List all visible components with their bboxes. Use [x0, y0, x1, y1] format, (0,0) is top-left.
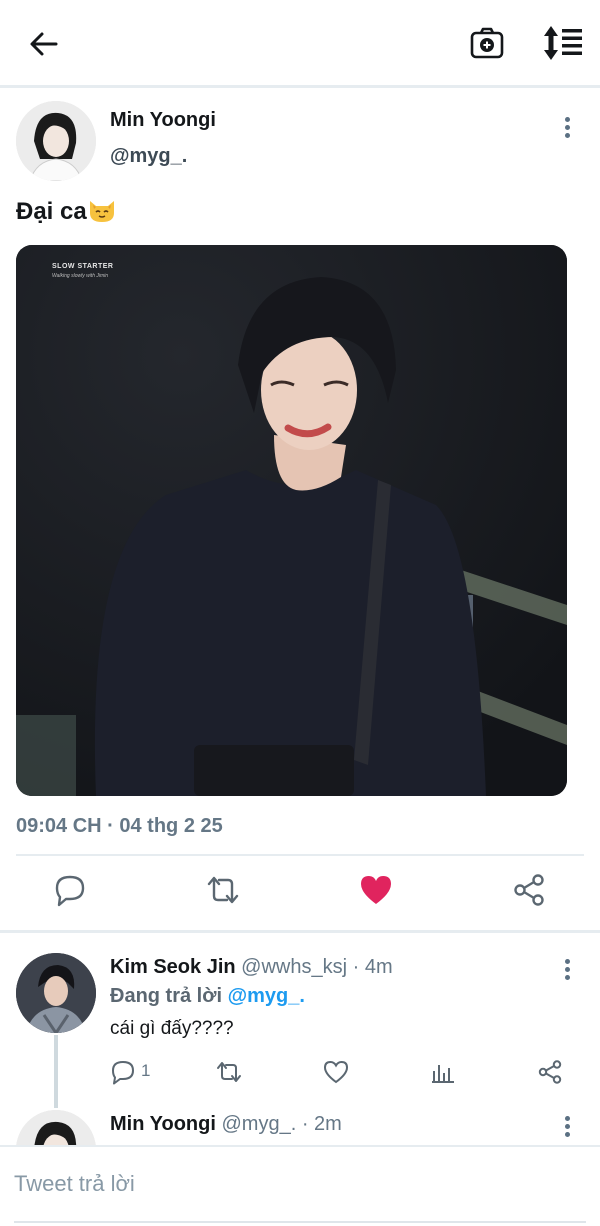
- more-options-icon[interactable]: [562, 959, 572, 983]
- reply-author-handle[interactable]: @myg_.: [221, 1113, 296, 1135]
- replying-label: Đang trả lời: [110, 985, 223, 1007]
- image-caption-title: SLOW STARTER: [52, 263, 114, 270]
- author-handle[interactable]: @myg_.: [110, 145, 187, 168]
- tweet-action-bar: [0, 862, 600, 922]
- replying-to: Đang trả lời @myg_.: [110, 985, 305, 1008]
- avatar[interactable]: [16, 101, 96, 181]
- reply-header: Kim Seok Jin @wwhs_ksj · 4m: [110, 956, 393, 979]
- retweet-icon[interactable]: [216, 1059, 242, 1085]
- more-options-icon[interactable]: [562, 1116, 572, 1140]
- top-bar: [0, 0, 600, 88]
- profile-photo: [16, 1110, 96, 1145]
- profile-photo: [16, 953, 96, 1033]
- more-options-icon[interactable]: [562, 117, 572, 141]
- tweet-image[interactable]: SLOW STARTER Walking slowly with Jimin: [16, 245, 567, 796]
- like-heart-icon[interactable]: [358, 872, 394, 908]
- reply-time: · 4m: [352, 956, 393, 978]
- reply-action-bar: 1: [110, 1059, 580, 1089]
- reply-icon[interactable]: [110, 1059, 136, 1085]
- reply-tweet[interactable]: Min Yoongi @myg_. · 2m: [0, 1108, 600, 1145]
- profile-photo: [16, 101, 96, 181]
- input-underline: [14, 1221, 586, 1223]
- reply-count: 1: [141, 1061, 151, 1080]
- reply-author-handle[interactable]: @wwhs_ksj: [241, 956, 347, 978]
- tweet-text: Đại ca: [16, 197, 117, 226]
- analytics-icon[interactable]: [430, 1059, 456, 1085]
- avatar[interactable]: [16, 953, 96, 1033]
- share-icon[interactable]: [537, 1059, 563, 1085]
- avatar[interactable]: [16, 1110, 96, 1145]
- image-caption-subtitle: Walking slowly with Jimin: [52, 273, 109, 279]
- like-heart-icon[interactable]: [323, 1059, 349, 1085]
- retweet-icon[interactable]: [205, 872, 241, 908]
- photo-illustration: [16, 245, 567, 796]
- reply-author-name[interactable]: Kim Seok Jin: [110, 956, 236, 978]
- reply-author-name[interactable]: Min Yoongi: [110, 1113, 216, 1135]
- reply-input-placeholder[interactable]: Tweet trả lời: [14, 1171, 135, 1197]
- share-icon[interactable]: [511, 872, 547, 908]
- thread-connector: [54, 1035, 58, 1108]
- reply-compose-bar[interactable]: Tweet trả lời: [0, 1145, 600, 1226]
- reply-tweet[interactable]: Kim Seok Jin @wwhs_ksj · 4m Đang trả lời…: [0, 933, 600, 1108]
- author-name[interactable]: Min Yoongi: [110, 109, 216, 132]
- cat-face-emoji: [89, 201, 114, 222]
- reply-time: · 2m: [301, 1113, 342, 1135]
- reply-icon[interactable]: [52, 872, 88, 908]
- replying-to-mention[interactable]: @myg_.: [228, 985, 305, 1007]
- arrow-left-icon[interactable]: [26, 26, 62, 62]
- reply-header: Min Yoongi @myg_. · 2m: [110, 1113, 342, 1136]
- camera-plus-icon[interactable]: [468, 24, 506, 62]
- sort-order-icon[interactable]: [540, 24, 584, 62]
- reply-text: cái gì đấy????: [110, 1018, 234, 1039]
- tweet-text-content: Đại ca: [16, 198, 87, 225]
- divider: [16, 854, 584, 856]
- tweet-timestamp: 09:04 CH · 04 thg 2 25: [16, 815, 223, 837]
